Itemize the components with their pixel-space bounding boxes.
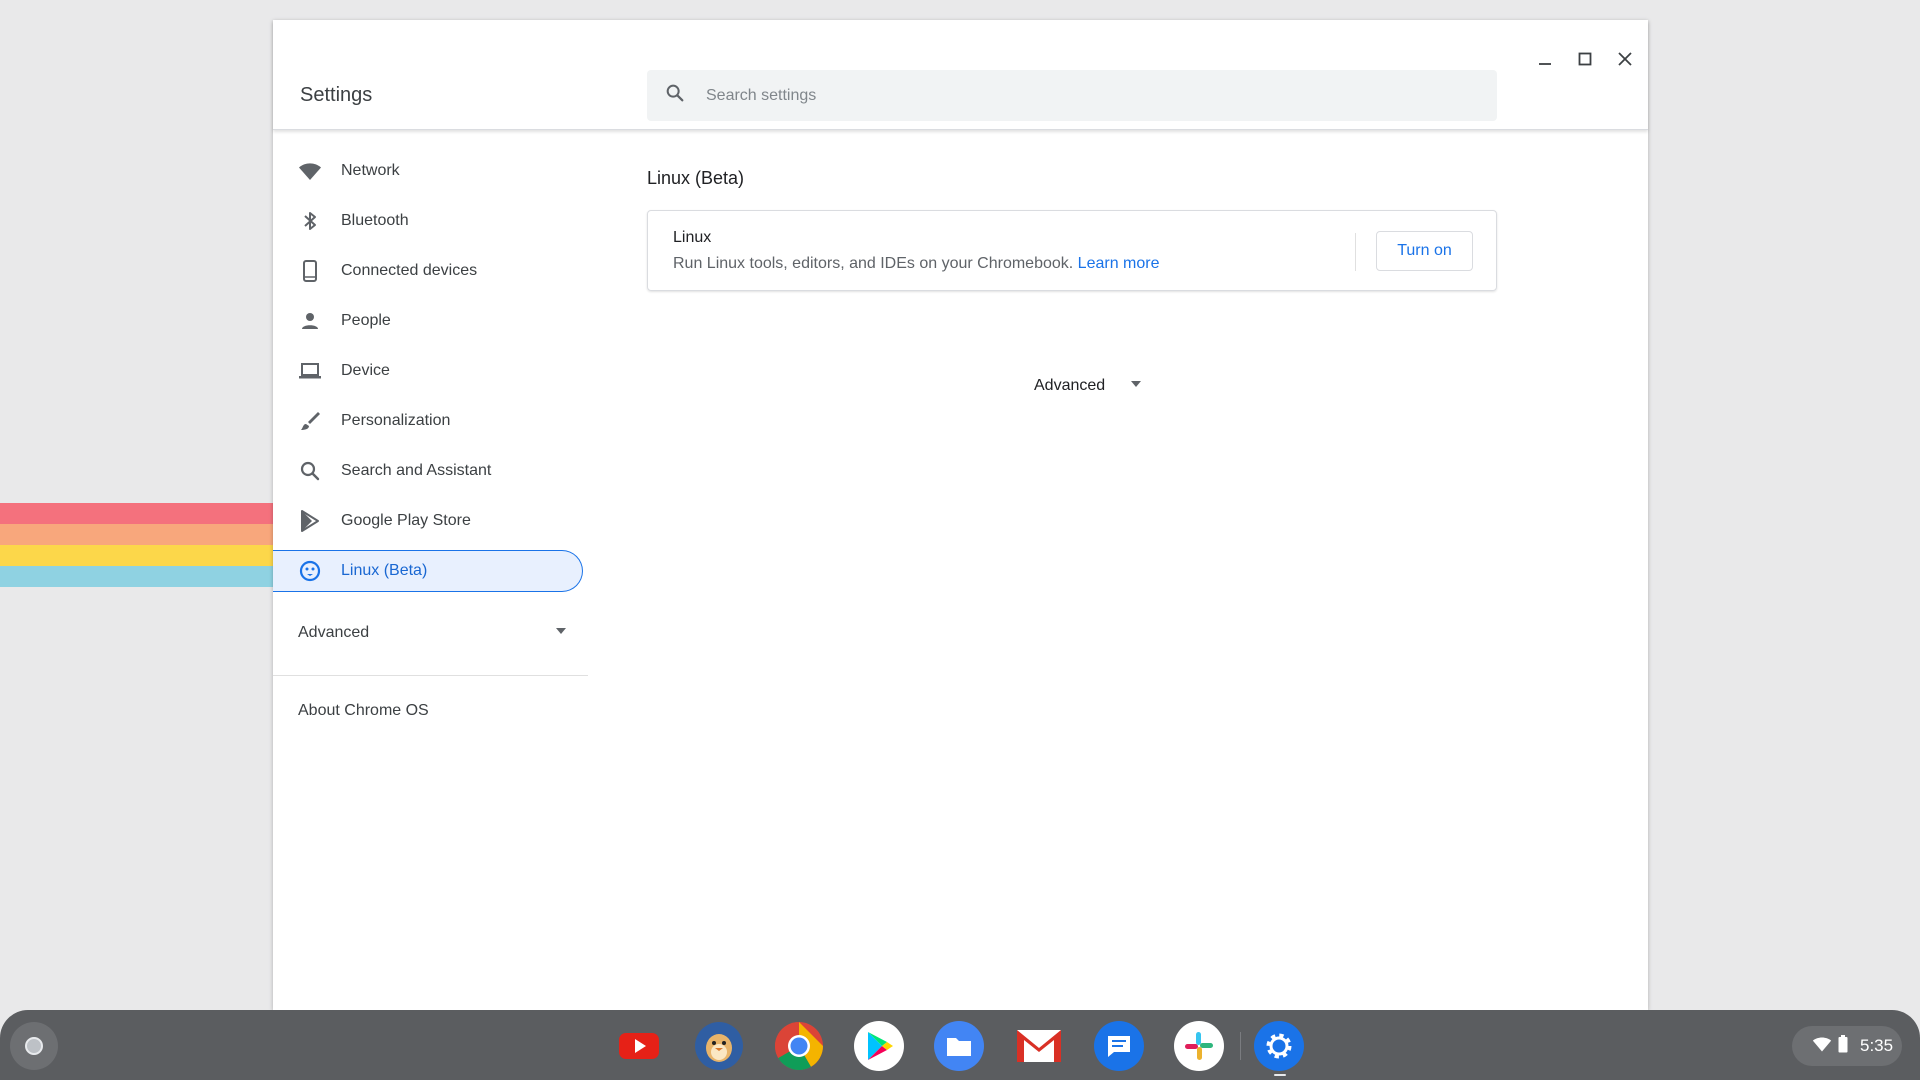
clock-time: 5:35 <box>1860 1036 1894 1055</box>
chrome-icon[interactable] <box>774 1021 824 1071</box>
settings-icon[interactable] <box>1254 1021 1304 1071</box>
close-icon[interactable] <box>1614 48 1636 70</box>
phone-icon <box>298 259 322 283</box>
sidebar-item-label: People <box>341 312 391 329</box>
card-description: Run Linux tools, editors, and IDEs on yo… <box>673 255 1160 273</box>
chevron-down-icon <box>1129 377 1143 396</box>
settings-header: Settings <box>273 20 1648 130</box>
minimize-icon[interactable] <box>1534 48 1556 70</box>
sidebar-item-label: Connected devices <box>341 262 478 279</box>
penguin-app-icon[interactable] <box>694 1021 744 1071</box>
laptop-icon <box>298 359 322 383</box>
advanced-label: Advanced <box>1034 377 1106 394</box>
settings-window: Settings Network <box>273 20 1648 1010</box>
sidebar-item-label: Bluetooth <box>341 212 409 229</box>
chevron-down-icon <box>554 624 568 643</box>
advanced-label: Advanced <box>298 624 370 641</box>
maximize-icon[interactable] <box>1574 48 1596 70</box>
card-title: Linux <box>673 229 712 246</box>
sidebar-item-label: Personalization <box>341 412 451 429</box>
app-title: Settings <box>300 84 373 106</box>
sidebar-item-bluetooth[interactable]: Bluetooth <box>273 200 583 242</box>
penguin-icon <box>298 559 322 583</box>
sidebar-item-label: Device <box>341 362 390 379</box>
sidebar-divider <box>273 675 588 676</box>
messages-icon[interactable] <box>1094 1021 1144 1071</box>
sidebar-item-device[interactable]: Device <box>273 350 583 392</box>
search-box[interactable] <box>647 70 1497 121</box>
active-app-indicator <box>1274 1074 1286 1076</box>
sidebar-item-label: Google Play Store <box>341 512 471 529</box>
turn-on-button[interactable]: Turn on <box>1376 231 1473 271</box>
main-advanced-toggle[interactable]: Advanced <box>1013 370 1213 402</box>
sidebar-item-people[interactable]: People <box>273 300 583 342</box>
bluetooth-icon <box>298 209 322 233</box>
wifi-icon <box>1812 1035 1832 1058</box>
files-icon[interactable] <box>934 1021 984 1071</box>
search-input[interactable] <box>706 86 1466 105</box>
search-icon <box>298 459 322 483</box>
sidebar-advanced-toggle[interactable]: Advanced <box>298 617 568 649</box>
shelf-separator <box>1240 1032 1241 1060</box>
page-title: Linux (Beta) <box>647 168 745 188</box>
slack-icon[interactable] <box>1174 1021 1224 1071</box>
card-description-text: Run Linux tools, editors, and IDEs on yo… <box>673 255 1074 272</box>
sidebar-item-label: Network <box>341 162 400 179</box>
wallpaper-stripe-yellow <box>0 545 280 566</box>
shelf: 5:35 <box>0 1010 1920 1080</box>
wallpaper-stripe-red <box>0 503 280 524</box>
brush-icon <box>298 409 322 433</box>
sidebar-item-label: Linux (Beta) <box>341 562 428 579</box>
window-controls <box>1534 48 1636 70</box>
sidebar-nav: Network Bluetooth Connected devices Peop… <box>273 150 588 600</box>
gmail-icon[interactable] <box>1014 1021 1064 1071</box>
sidebar-item-search-and-assistant[interactable]: Search and Assistant <box>273 450 583 492</box>
youtube-icon[interactable] <box>614 1021 664 1071</box>
learn-more-link[interactable]: Learn more <box>1078 255 1160 272</box>
wallpaper-stripe-blue <box>0 566 280 587</box>
play-store-icon[interactable] <box>854 1021 904 1071</box>
person-icon <box>298 309 322 333</box>
card-separator <box>1355 233 1356 271</box>
wallpaper-stripes <box>0 503 280 587</box>
wallpaper-stripe-orange <box>0 524 280 545</box>
linux-card: Linux Run Linux tools, editors, and IDEs… <box>647 210 1497 291</box>
status-tray[interactable]: 5:35 <box>1792 1026 1902 1066</box>
about-chrome-os-link[interactable]: About Chrome OS <box>298 702 429 720</box>
search-icon <box>664 82 686 109</box>
sidebar-item-network[interactable]: Network <box>273 150 583 192</box>
sidebar-item-label: Search and Assistant <box>341 462 492 479</box>
play-store-icon <box>298 509 322 533</box>
launcher-icon <box>25 1037 43 1055</box>
launcher-button[interactable] <box>10 1022 58 1070</box>
sidebar-item-google-play-store[interactable]: Google Play Store <box>273 500 583 542</box>
battery-icon <box>1838 1034 1848 1058</box>
sidebar-item-connected-devices[interactable]: Connected devices <box>273 250 583 292</box>
wifi-icon <box>298 159 322 183</box>
sidebar-item-linux-beta[interactable]: Linux (Beta) <box>273 550 583 592</box>
sidebar-item-personalization[interactable]: Personalization <box>273 400 583 442</box>
